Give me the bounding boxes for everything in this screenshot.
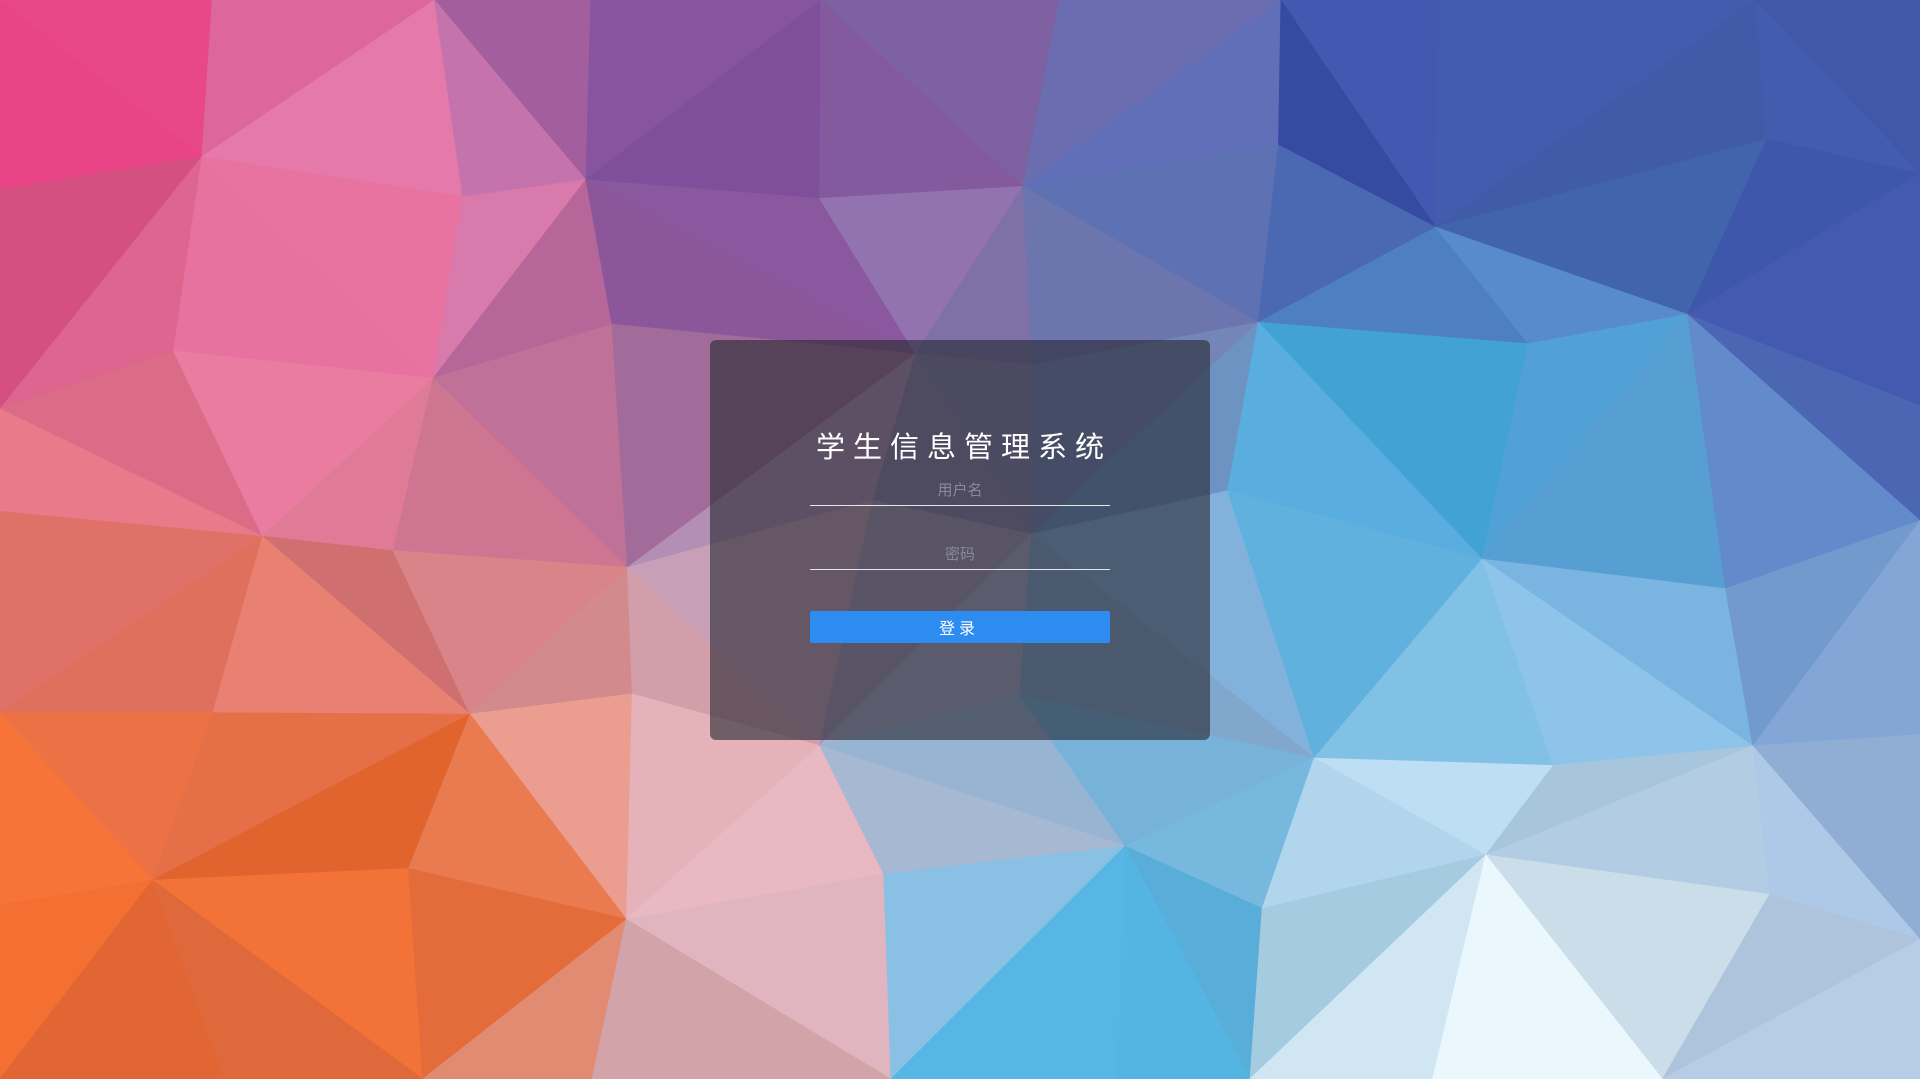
password-input[interactable] xyxy=(810,538,1110,570)
username-input[interactable] xyxy=(810,474,1110,506)
login-panel: 学生信息管理系统 登录 xyxy=(710,340,1210,740)
login-button[interactable]: 登录 xyxy=(810,611,1110,643)
system-title: 学生信息管理系统 xyxy=(815,430,1112,464)
